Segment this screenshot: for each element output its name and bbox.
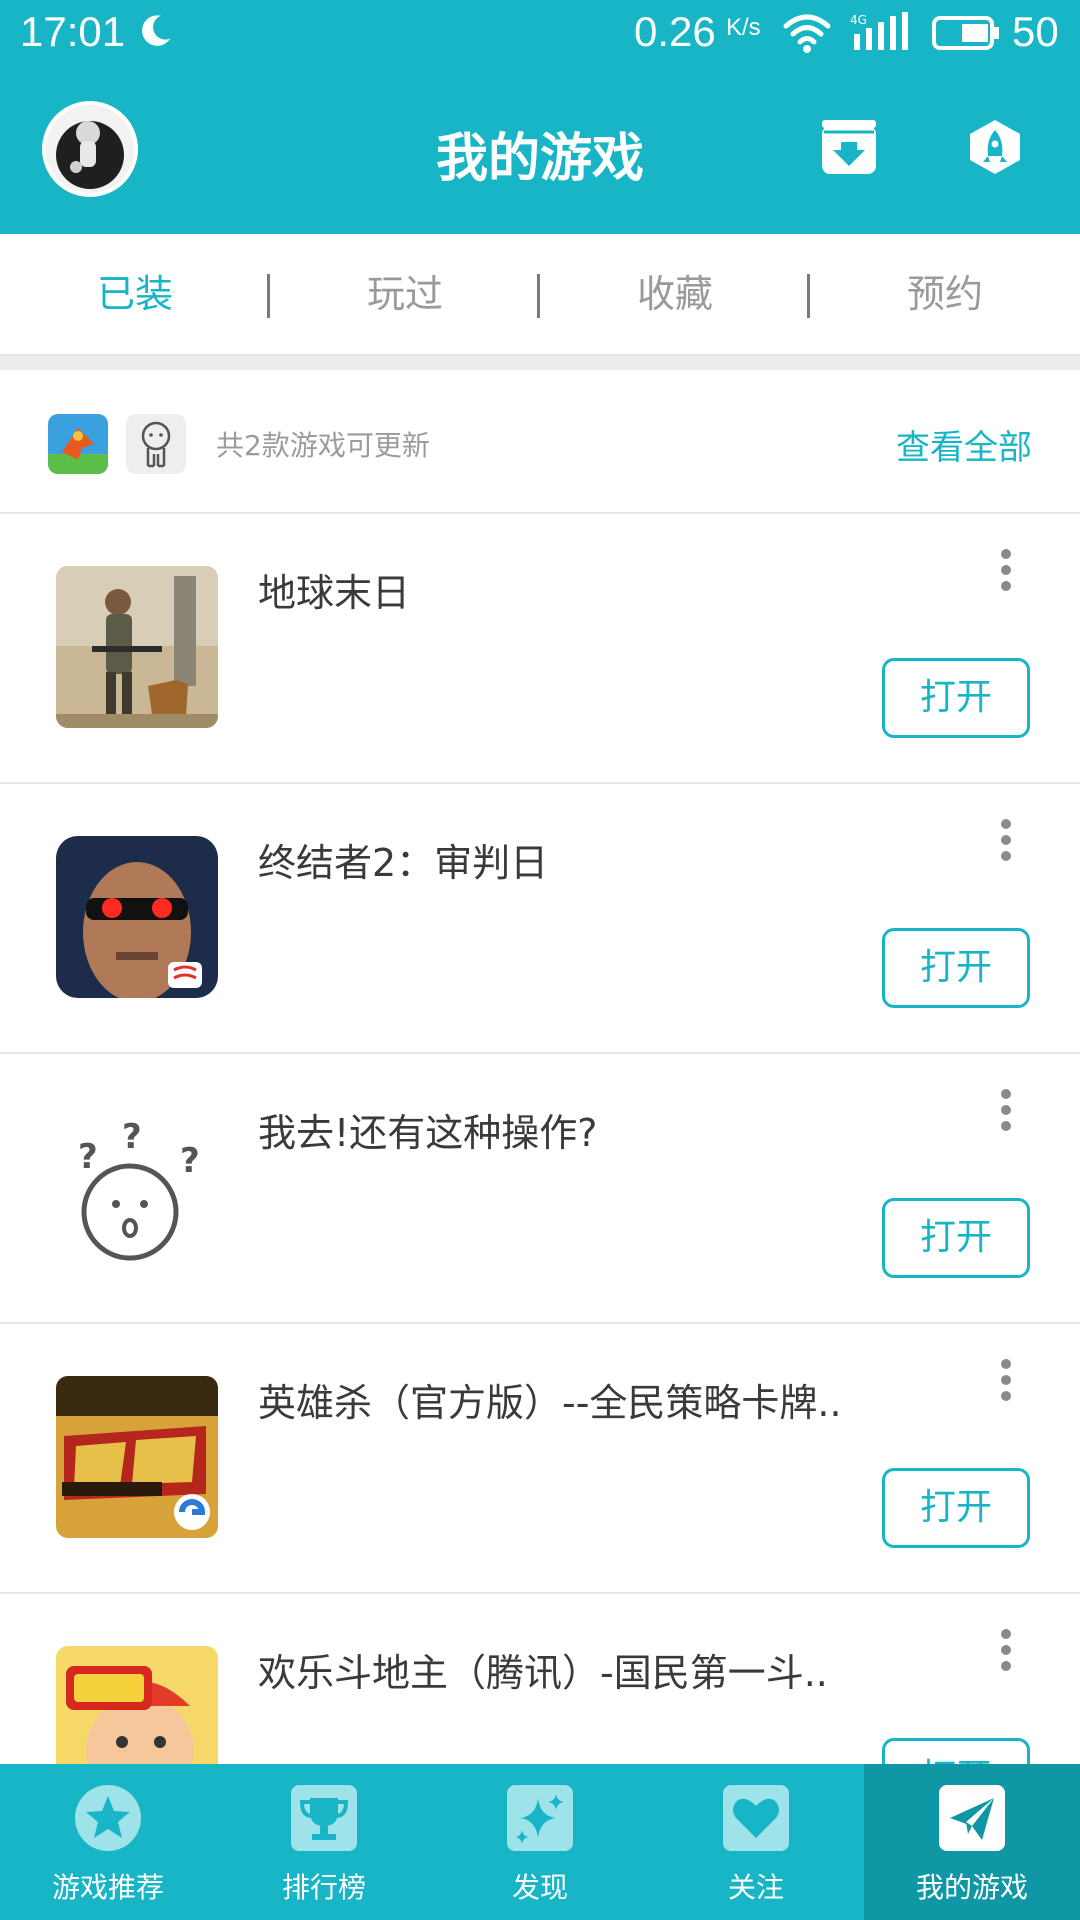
game-title: 地球末日 [258, 571, 411, 615]
game-title: 英雄杀（官方版）--全民策略卡牌.. [258, 1381, 842, 1425]
update-count-text: 共2款游戏可更新 [216, 429, 430, 462]
rocket-icon[interactable] [966, 118, 1024, 176]
sparkle-icon [507, 1785, 573, 1851]
tab-reserved[interactable]: 预约 [810, 234, 1080, 354]
nav-item-recommend[interactable]: 游戏推荐 [0, 1764, 216, 1920]
game-list-item[interactable]: 地球末日 打开 [0, 514, 1080, 784]
signal-icon: 4G [850, 12, 908, 50]
nav-label: 我的游戏 [915, 1871, 1028, 1904]
tab-bar: 已装 玩过 收藏 预约 [0, 234, 1080, 356]
nav-label: 排行榜 [281, 1871, 366, 1904]
page-title: 我的游戏 [435, 129, 644, 189]
game-icon [56, 1376, 218, 1538]
app-header: 我的游戏 [0, 66, 1080, 234]
nav-label: 发现 [511, 1871, 568, 1904]
nav-item-follow[interactable]: 关注 [648, 1764, 864, 1920]
update-banner[interactable]: 共2款游戏可更新 查看全部 [0, 370, 1080, 514]
tab-installed[interactable]: 已装 [0, 234, 270, 354]
svg-text:?: ? [180, 1141, 200, 1181]
game-list-item[interactable]: 英雄杀（官方版）--全民策略卡牌.. 打开 [0, 1324, 1080, 1594]
network-type: 4G [850, 13, 867, 27]
update-game-icon [126, 414, 186, 474]
open-game-button[interactable]: 打开 [882, 658, 1030, 738]
game-title: 我去!还有这种操作? [258, 1111, 598, 1155]
more-options-icon[interactable] [996, 816, 1016, 864]
tab-played[interactable]: 玩过 [270, 234, 540, 354]
nav-item-discover[interactable]: 发现 [432, 1764, 648, 1920]
status-bar: 17:01 0.26 K/s 4G 50 [0, 0, 1080, 66]
nav-item-ranking[interactable]: 排行榜 [216, 1764, 432, 1920]
wifi-icon [783, 14, 831, 53]
paper-plane-icon [939, 1785, 1005, 1851]
game-icon [56, 836, 218, 998]
open-game-button[interactable]: 打开 [882, 1198, 1030, 1278]
nav-item-my-games[interactable]: 我的游戏 [864, 1764, 1080, 1920]
game-icon [56, 566, 218, 728]
game-list-item[interactable]: 终结者2：审判日 打开 [0, 784, 1080, 1054]
game-icon: ? ? ? [56, 1106, 218, 1268]
network-speed: 0.26 [634, 8, 716, 55]
heart-icon [723, 1785, 789, 1851]
update-game-icon [48, 414, 108, 474]
more-options-icon[interactable] [996, 546, 1016, 594]
nav-label: 关注 [727, 1871, 784, 1904]
bottom-navigation: 游戏推荐 排行榜 发现 关注 我的游戏 [0, 1764, 1080, 1920]
more-options-icon[interactable] [996, 1086, 1016, 1134]
download-box-icon[interactable] [820, 118, 878, 176]
more-options-icon[interactable] [996, 1356, 1016, 1404]
nav-label: 游戏推荐 [51, 1871, 164, 1904]
section-divider [0, 356, 1080, 370]
game-title: 终结者2：审判日 [258, 841, 549, 885]
open-game-button[interactable]: 打开 [882, 1468, 1030, 1548]
svg-text:?: ? [78, 1137, 98, 1177]
open-game-button[interactable]: 打开 [882, 928, 1030, 1008]
battery-level: 50 [1012, 8, 1059, 55]
battery-icon [932, 16, 999, 50]
svg-text:?: ? [122, 1117, 142, 1157]
tab-favorites[interactable]: 收藏 [540, 234, 810, 354]
game-list-item[interactable]: ? ? ? 我去!还有这种操作? 打开 [0, 1054, 1080, 1324]
moon-icon [142, 15, 171, 46]
trophy-icon [291, 1785, 357, 1851]
status-time: 17:01 [20, 8, 126, 55]
more-options-icon[interactable] [996, 1626, 1016, 1674]
star-icon [75, 1785, 141, 1851]
view-all-link[interactable]: 查看全部 [896, 420, 1032, 469]
game-title: 欢乐斗地主（腾讯）-国民第一斗.. [258, 1651, 828, 1695]
network-speed-unit: K/s [726, 14, 761, 41]
